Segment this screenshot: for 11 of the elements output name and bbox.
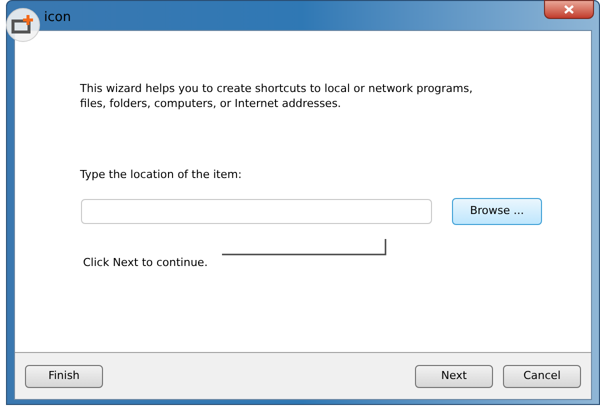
window-title: icon <box>44 9 71 27</box>
close-icon <box>564 5 574 14</box>
hint-text: Click Next to continue. <box>83 255 208 271</box>
dialog-button[interactable]: Next <box>415 364 493 388</box>
close-button[interactable] <box>544 0 594 19</box>
intro-text: This wizard helps you to create shortcuts to local or network programs, files, folders, computers, or Internet addresses. <box>80 81 474 111</box>
location-field[interactable] <box>81 199 432 224</box>
dialog-button[interactable]: Finish <box>25 364 103 388</box>
location-label: Type the location of the item: <box>80 167 242 183</box>
dialog-button[interactable]: Cancel <box>503 364 581 388</box>
browse-button[interactable]: Browse ... <box>452 198 542 225</box>
